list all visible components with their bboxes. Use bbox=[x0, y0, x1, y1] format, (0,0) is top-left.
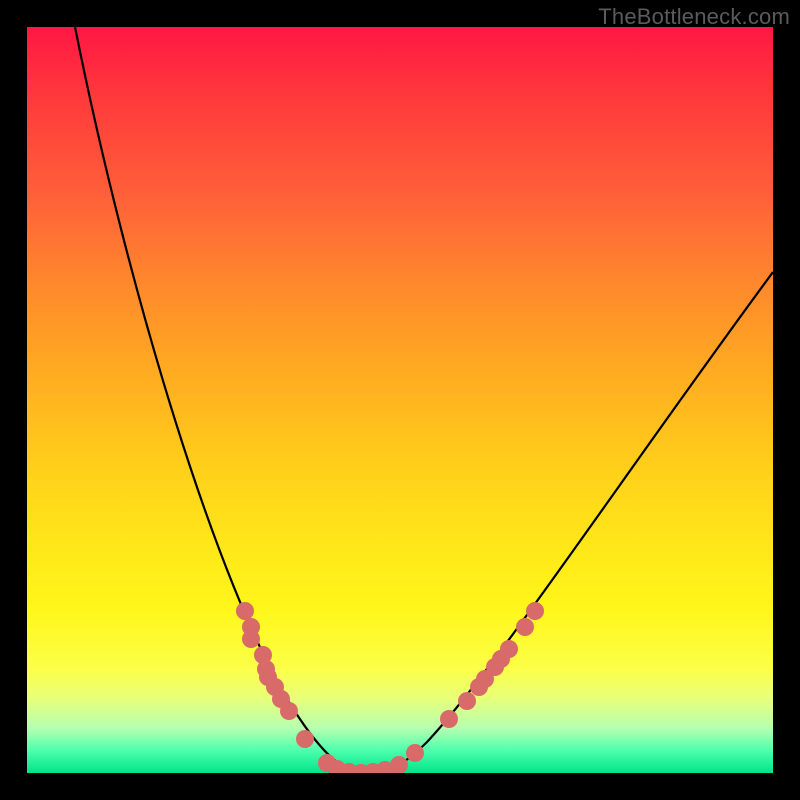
data-marker bbox=[242, 630, 260, 648]
data-marker bbox=[526, 602, 544, 620]
data-marker bbox=[440, 710, 458, 728]
data-marker bbox=[500, 640, 518, 658]
data-markers bbox=[236, 602, 544, 773]
chart-svg bbox=[27, 27, 773, 773]
bottleneck-curve bbox=[75, 27, 773, 773]
data-marker bbox=[458, 692, 476, 710]
chart-plot-area bbox=[27, 27, 773, 773]
data-marker bbox=[516, 618, 534, 636]
data-marker bbox=[296, 730, 314, 748]
data-marker bbox=[390, 756, 408, 773]
watermark-text: TheBottleneck.com bbox=[598, 4, 790, 30]
data-marker bbox=[280, 702, 298, 720]
data-marker bbox=[406, 744, 424, 762]
data-marker bbox=[236, 602, 254, 620]
